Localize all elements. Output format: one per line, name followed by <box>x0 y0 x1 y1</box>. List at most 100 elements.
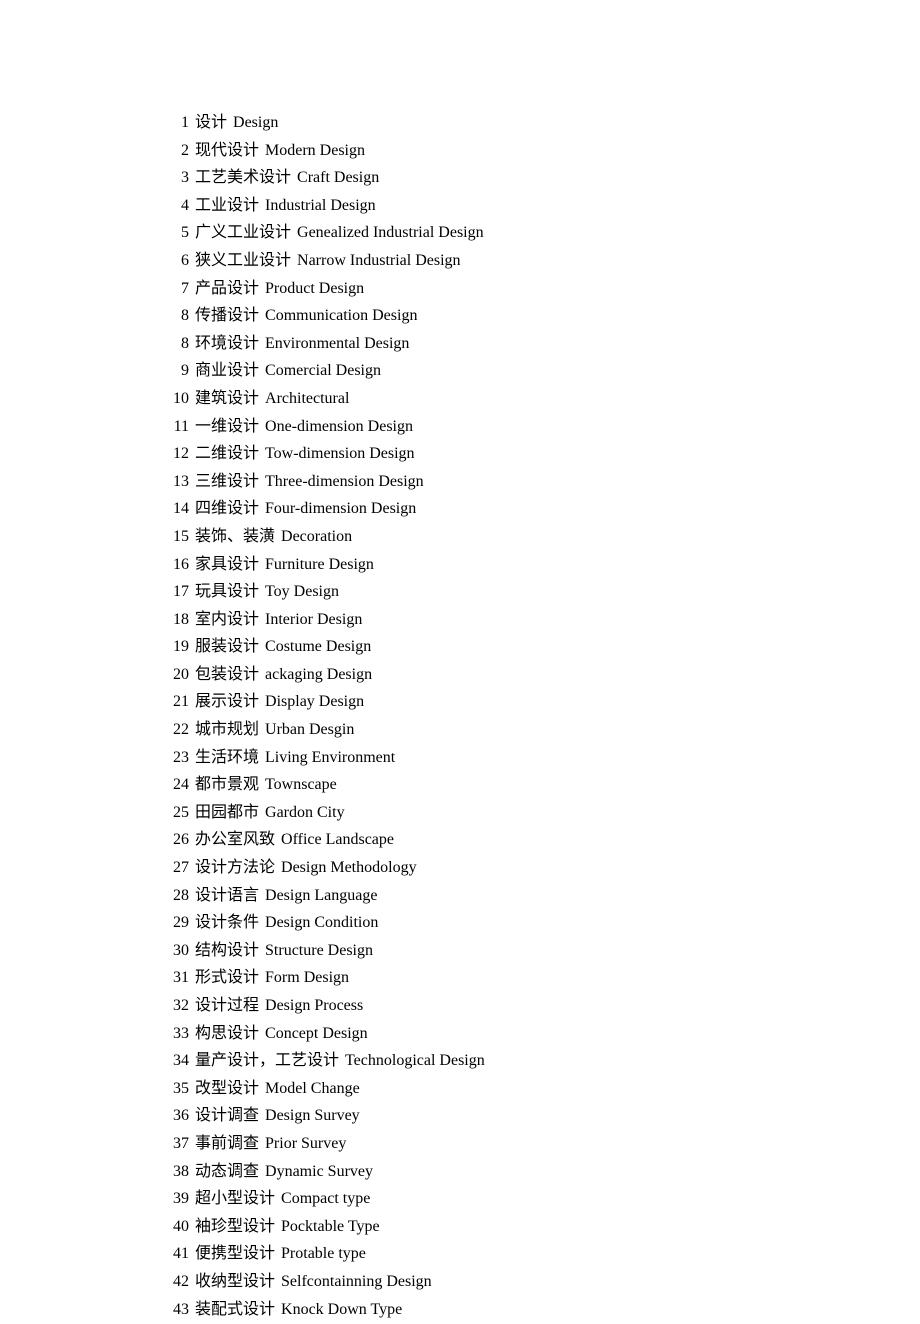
entry-number: 6 <box>165 248 189 274</box>
entry-english: Design <box>233 110 278 136</box>
term-entry: 36设计调查Design Survey <box>165 1103 765 1129</box>
entry-chinese: 产品设计 <box>195 276 259 302</box>
entry-number: 36 <box>165 1103 189 1129</box>
entry-chinese: 形式设计 <box>195 965 259 991</box>
entry-number: 3 <box>165 165 189 191</box>
term-entry: 3工艺美术设计Craft Design <box>165 165 765 191</box>
term-entry: 16家具设计Furniture Design <box>165 552 765 578</box>
entry-number: 38 <box>165 1159 189 1185</box>
term-entry: 26办公室风致Office Landscape <box>165 827 765 853</box>
entry-number: 8 <box>165 331 189 357</box>
term-entry: 15装饰、装潢Decoration <box>165 524 765 550</box>
term-entry: 19服装设计Costume Design <box>165 634 765 660</box>
term-entry: 40袖珍型设计Pocktable Type <box>165 1214 765 1240</box>
entry-english: Interior Design <box>265 607 362 633</box>
entry-english: Modern Design <box>265 138 365 164</box>
entry-number: 15 <box>165 524 189 550</box>
term-entry: 28设计语言Design Language <box>165 883 765 909</box>
entry-number: 29 <box>165 910 189 936</box>
entry-chinese: 设计调查 <box>195 1103 259 1129</box>
entry-number: 40 <box>165 1214 189 1240</box>
term-entry: 18室内设计Interior Design <box>165 607 765 633</box>
entry-number: 34 <box>165 1048 189 1074</box>
entry-number: 37 <box>165 1131 189 1157</box>
entry-english: Display Design <box>265 689 364 715</box>
entry-english: ackaging Design <box>265 662 372 688</box>
document-page: 1设计Design2现代设计Modern Design3工艺美术设计Craft … <box>0 0 765 1322</box>
entry-chinese: 狭义工业设计 <box>195 248 291 274</box>
entry-chinese: 设计过程 <box>195 993 259 1019</box>
entry-number: 24 <box>165 772 189 798</box>
entry-number: 35 <box>165 1076 189 1102</box>
entry-english: Form Design <box>265 965 349 991</box>
entry-english: Genealized Industrial Design <box>297 220 484 246</box>
term-entry: 14四维设计Four-dimension Design <box>165 496 765 522</box>
term-entry: 34量产设计，工艺设计Technological Design <box>165 1048 765 1074</box>
entry-chinese: 服装设计 <box>195 634 259 660</box>
term-entry: 33构思设计Concept Design <box>165 1021 765 1047</box>
term-entry: 23生活环境Living Environment <box>165 745 765 771</box>
term-entry: 7产品设计Product Design <box>165 276 765 302</box>
entry-chinese: 动态调查 <box>195 1159 259 1185</box>
entry-chinese: 构思设计 <box>195 1021 259 1047</box>
entry-english: Design Language <box>265 883 377 909</box>
term-entry: 6狭义工业设计Narrow Industrial Design <box>165 248 765 274</box>
term-entry: 32设计过程Design Process <box>165 993 765 1019</box>
term-entry: 8环境设计Environmental Design <box>165 331 765 357</box>
entry-english: Design Methodology <box>281 855 417 881</box>
term-entry: 22城市规划Urban Desgin <box>165 717 765 743</box>
entry-number: 27 <box>165 855 189 881</box>
entry-number: 13 <box>165 469 189 495</box>
entry-english: Toy Design <box>265 579 339 605</box>
entry-number: 18 <box>165 607 189 633</box>
entry-number: 12 <box>165 441 189 467</box>
entry-chinese: 设计语言 <box>195 883 259 909</box>
entry-english: Protable type <box>281 1241 366 1267</box>
term-entry: 9商业设计Comercial Design <box>165 358 765 384</box>
term-entry: 10建筑设计Architectural <box>165 386 765 412</box>
entry-english: Three-dimension Design <box>265 469 424 495</box>
term-entry: 35改型设计Model Change <box>165 1076 765 1102</box>
term-entry: 5广义工业设计Genealized Industrial Design <box>165 220 765 246</box>
entry-english: Model Change <box>265 1076 360 1102</box>
entry-chinese: 量产设计，工艺设计 <box>195 1048 339 1074</box>
entry-chinese: 城市规划 <box>195 717 259 743</box>
term-entry: 1设计Design <box>165 110 765 136</box>
entry-english: Design Process <box>265 993 363 1019</box>
entry-number: 11 <box>165 414 189 440</box>
term-list: 1设计Design2现代设计Modern Design3工艺美术设计Craft … <box>165 110 765 1322</box>
entry-chinese: 设计条件 <box>195 910 259 936</box>
term-entry: 13三维设计Three-dimension Design <box>165 469 765 495</box>
term-entry: 17玩具设计Toy Design <box>165 579 765 605</box>
entry-chinese: 袖珍型设计 <box>195 1214 275 1240</box>
entry-english: Structure Design <box>265 938 373 964</box>
term-entry: 31形式设计Form Design <box>165 965 765 991</box>
term-entry: 2现代设计Modern Design <box>165 138 765 164</box>
entry-number: 21 <box>165 689 189 715</box>
entry-chinese: 二维设计 <box>195 441 259 467</box>
entry-chinese: 收纳型设计 <box>195 1269 275 1295</box>
entry-english: Craft Design <box>297 165 379 191</box>
entry-chinese: 家具设计 <box>195 552 259 578</box>
entry-chinese: 生活环境 <box>195 745 259 771</box>
term-entry: 11一维设计One-dimension Design <box>165 414 765 440</box>
entry-chinese: 室内设计 <box>195 607 259 633</box>
term-entry: 4工业设计Industrial Design <box>165 193 765 219</box>
entry-english: Narrow Industrial Design <box>297 248 461 274</box>
entry-chinese: 广义工业设计 <box>195 220 291 246</box>
term-entry: 30结构设计Structure Design <box>165 938 765 964</box>
entry-number: 5 <box>165 220 189 246</box>
entry-number: 30 <box>165 938 189 964</box>
entry-chinese: 结构设计 <box>195 938 259 964</box>
term-entry: 37事前调查Prior Survey <box>165 1131 765 1157</box>
entry-english: Architectural <box>265 386 349 412</box>
entry-chinese: 工艺美术设计 <box>195 165 291 191</box>
entry-number: 4 <box>165 193 189 219</box>
entry-chinese: 展示设计 <box>195 689 259 715</box>
entry-number: 43 <box>165 1297 189 1323</box>
entry-english: Design Survey <box>265 1103 360 1129</box>
entry-number: 8 <box>165 303 189 329</box>
entry-number: 23 <box>165 745 189 771</box>
entry-number: 39 <box>165 1186 189 1212</box>
entry-chinese: 便携型设计 <box>195 1241 275 1267</box>
